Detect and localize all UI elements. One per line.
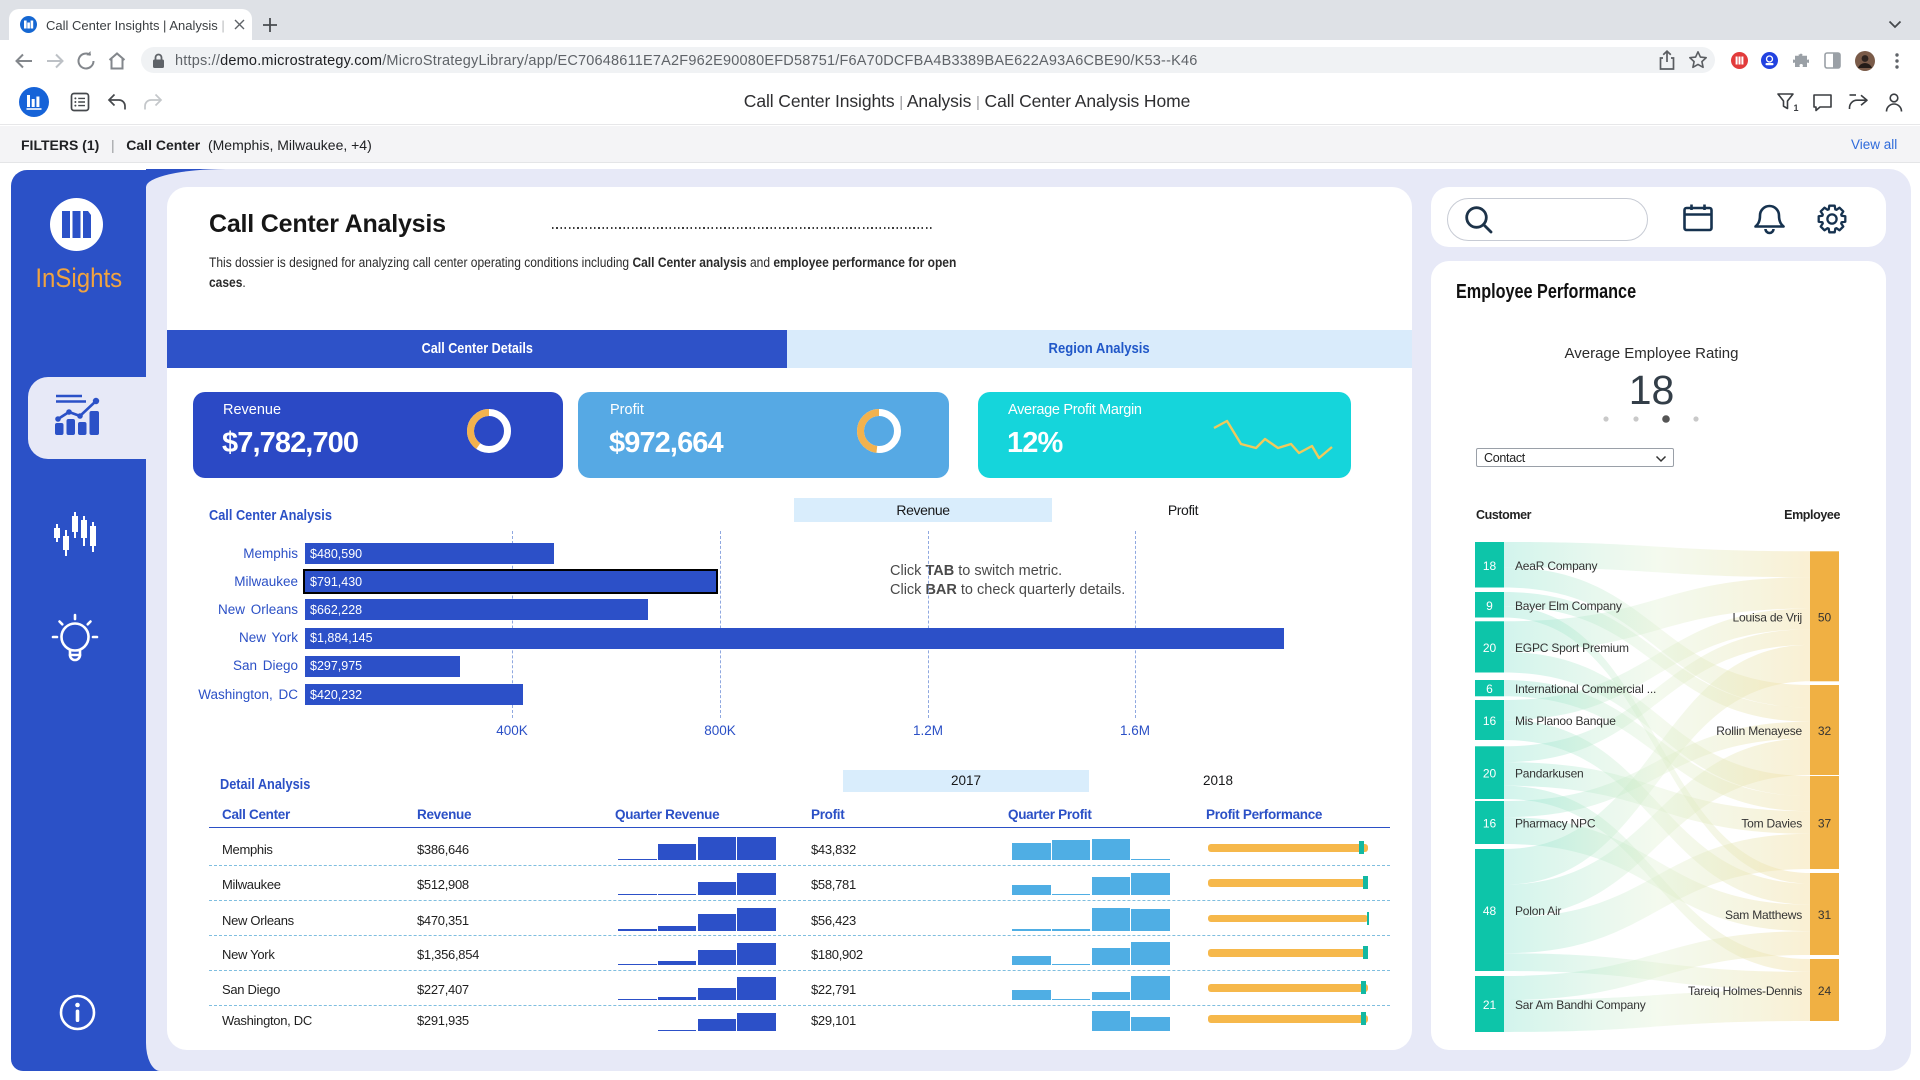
svg-text:31: 31: [1818, 908, 1832, 922]
svg-text:Sar Am Bandhi Company: Sar Am Bandhi Company: [1515, 998, 1646, 1012]
svg-text:16: 16: [1483, 714, 1497, 728]
svg-text:37: 37: [1818, 817, 1832, 831]
svg-text:Pandarkusen: Pandarkusen: [1515, 767, 1584, 781]
svg-text:6: 6: [1486, 682, 1493, 696]
svg-text:9: 9: [1486, 599, 1493, 613]
svg-text:24: 24: [1818, 984, 1832, 998]
svg-text:Mis Planoo Banque: Mis Planoo Banque: [1515, 714, 1616, 728]
svg-text:Sam Matthews: Sam Matthews: [1725, 908, 1802, 922]
svg-text:48: 48: [1483, 904, 1497, 918]
svg-text:21: 21: [1483, 998, 1497, 1012]
svg-text:Rollin Menayese: Rollin Menayese: [1716, 724, 1802, 738]
svg-text:Polon Air: Polon Air: [1515, 904, 1561, 918]
svg-text:32: 32: [1818, 724, 1832, 738]
svg-text:18: 18: [1483, 559, 1497, 573]
svg-text:Tom Davies: Tom Davies: [1741, 817, 1802, 831]
svg-text:AeaR Company: AeaR Company: [1515, 559, 1598, 573]
svg-text:20: 20: [1483, 641, 1497, 655]
svg-text:International Commercial ...: International Commercial ...: [1515, 682, 1656, 696]
svg-text:20: 20: [1483, 767, 1497, 781]
svg-text:Pharmacy NPC: Pharmacy NPC: [1515, 817, 1596, 831]
svg-text:50: 50: [1818, 610, 1832, 624]
svg-text:Bayer Elm Company: Bayer Elm Company: [1515, 599, 1622, 613]
svg-text:Tareiq Holmes-Dennis: Tareiq Holmes-Dennis: [1688, 984, 1802, 998]
svg-text:EGPC Sport Premium: EGPC Sport Premium: [1515, 641, 1629, 655]
svg-text:Louisa de Vrij: Louisa de Vrij: [1733, 610, 1802, 624]
svg-text:16: 16: [1483, 817, 1497, 831]
